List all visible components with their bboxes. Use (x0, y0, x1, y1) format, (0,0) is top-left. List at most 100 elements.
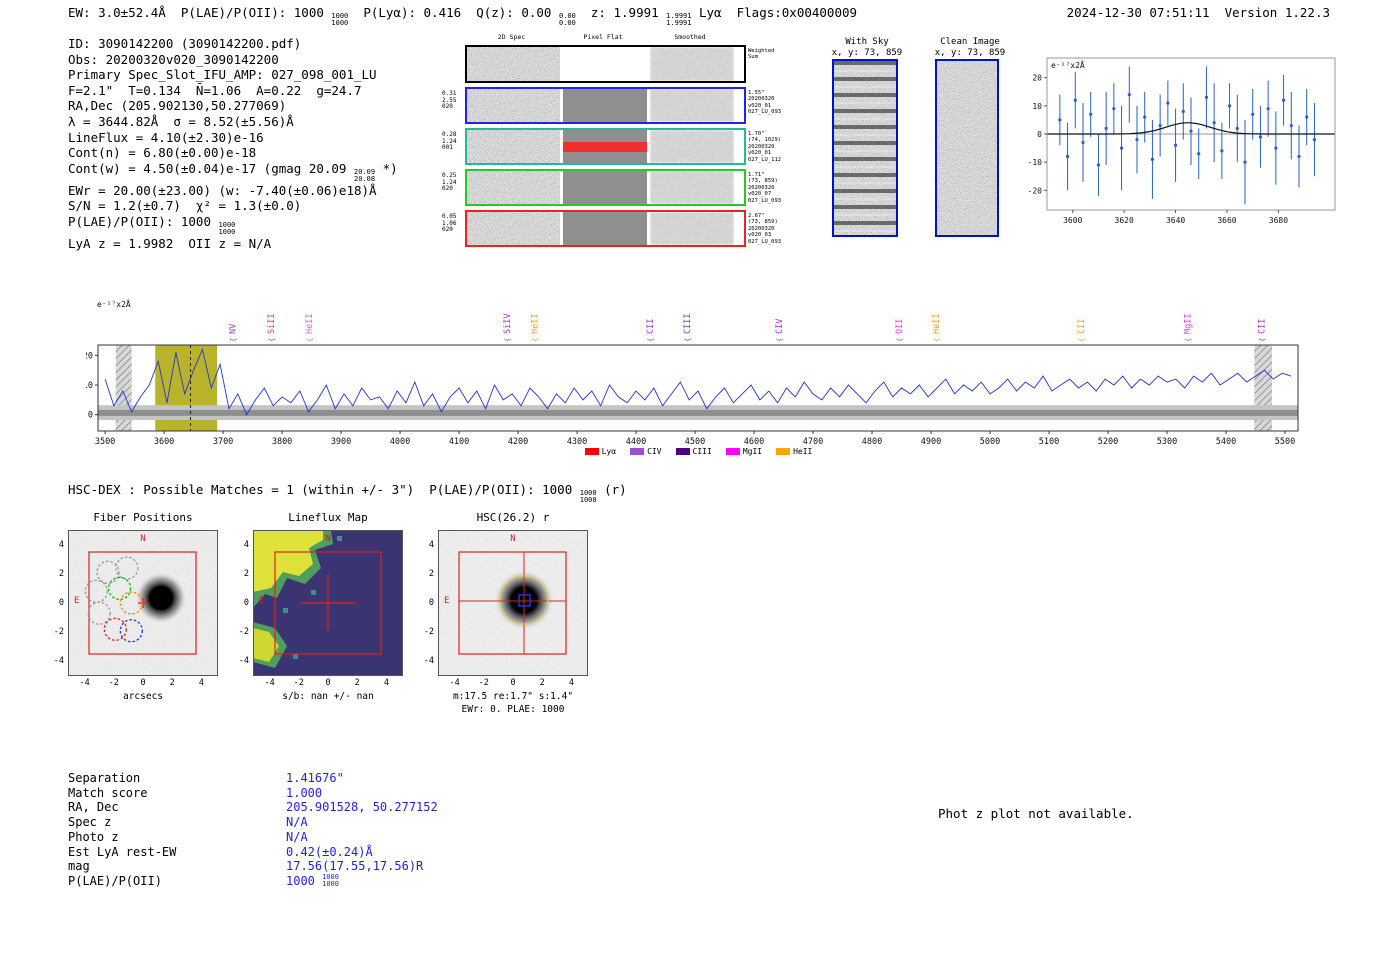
emission-line-brace: { (532, 338, 540, 342)
emission-line-label: SiII (267, 314, 277, 334)
svg-text:3900: 3900 (331, 437, 351, 447)
fraction-bottom: 1000 (322, 879, 339, 888)
twod-row-left-labels: 0.25 1.24 020 (442, 172, 465, 193)
smoothed-noise-image (650, 47, 734, 81)
twod-left-label: 020 (442, 185, 453, 192)
svg-text:4000: 4000 (390, 437, 410, 447)
emission-line-label: MgII (1184, 314, 1194, 334)
svg-text:-20: -20 (1028, 186, 1043, 195)
emission-line-brace: { (776, 338, 784, 342)
svg-text:4200: 4200 (508, 437, 528, 447)
lineflux-speckle (283, 608, 288, 613)
header-plae: P(LAE)/P(OII): 1000 (180, 5, 332, 20)
match-table-row: Photo z N/A (68, 830, 438, 845)
header-qz: Q(z): 0.00 (476, 5, 559, 20)
match-row-value: 1000 (286, 873, 323, 888)
svg-text:3700: 3700 (213, 437, 233, 447)
galaxy-blob (149, 586, 173, 610)
hsc-match-suffix: (r) (596, 482, 627, 497)
info-line: EWr = 20.00(±23.00) (w: -7.40(±0.06)e18)… (68, 183, 398, 199)
info-line: Cont(w) = 4.50(±0.04)e-17 (gmag 20.09 20… (68, 161, 398, 183)
emission-line-label: CII (646, 319, 656, 334)
emission-line-label: CIII (683, 314, 693, 334)
hsc-r-plot (438, 530, 588, 676)
smoothed-image (650, 47, 734, 81)
lineflux-map-cutout (253, 530, 403, 676)
twod-row-right-labels: 1.55" 20200320 v020_01 027_LU_093 (748, 90, 800, 116)
svg-text:3660: 3660 (1217, 216, 1236, 225)
smoothed-image (650, 89, 734, 122)
cutout-ytick-label: -2 (53, 627, 64, 638)
info-text: ID: 3090142200 (3090142200.pdf) (68, 36, 302, 51)
emission-line-brace: { (230, 338, 238, 342)
info-line: λ = 3644.82Å σ = 8.52(±5.56)Å (68, 114, 398, 130)
hsc-r-title: HSC(26.2) r (476, 511, 550, 524)
info-line: RA,Dec (205.902130,50.277069) (68, 98, 398, 114)
svg-text:4400: 4400 (626, 437, 646, 447)
fiber-positions-plot (68, 530, 218, 676)
cutout-ytick-label: -4 (53, 656, 64, 667)
svg-text:5000: 5000 (980, 437, 1000, 447)
x-ticks: 3500 3600 3700 3800 3900 4000 4100 4200 4300 4400… (95, 431, 1295, 447)
info-text: Obs: 20200320v020_3090142200 (68, 51, 279, 67)
info-line: F=2.1" T=0.134 N̄=1.06 A=0.22 g=24.7 (68, 83, 398, 99)
emission-line-brace: { (504, 338, 512, 342)
match-row-value: 1.000 (286, 785, 323, 800)
emission-line-brace: { (1078, 338, 1086, 342)
twod-row: Weighted Sum (465, 45, 775, 83)
svg-text:-10: -10 (1028, 158, 1043, 167)
hsc-match-text: HSC-DEX : Possible Matches = 1 (within +… (68, 482, 580, 497)
photz-note: Phot z plot not available. (938, 806, 1134, 821)
cutout-xtick-label: 0 (325, 678, 331, 688)
legend-label: Lyα (601, 447, 617, 456)
cutout-xtick-label: 4 (198, 678, 204, 688)
match-table: Separation 1.41676" Match score 1.000 RA, De… (68, 771, 438, 889)
cutout-xtick-label: -2 (293, 678, 304, 688)
match-table-row: mag 17.56(17.55,17.56)R (68, 859, 438, 874)
smoothed-image (650, 212, 734, 245)
cutout-xtick-label: -2 (108, 678, 119, 688)
twod-row-left-labels: 0.05 1.06 020 (442, 213, 465, 234)
pixel-flat-image (563, 212, 647, 245)
cutout-xtick-label: -4 (79, 678, 90, 688)
header-plae-fraction: 1000 1000 (331, 13, 348, 27)
match-row-label: Match score (68, 785, 148, 800)
twod-row-left-labels: 0.31 2.55 020 (442, 90, 465, 111)
cutout-xtick-label: 4 (383, 678, 389, 688)
twod-row: 0.28 1.24 001 1.70" (74, 1029) 20200320 v020_0… (442, 128, 781, 165)
lineflux-east-label: E (259, 596, 265, 606)
svg-text:20: 20 (1032, 74, 1042, 83)
info-line: S/N = 1.2(±0.7) χ² = 1.3(±0.0) (68, 198, 398, 214)
legend-swatch (630, 448, 645, 455)
cutout-ytick-label: -4 (238, 656, 249, 667)
hsc-xlabel-1: m:17.5 re:1.7" s:1.4" (452, 691, 574, 702)
y-ticks: 0 10 20 (86, 351, 98, 421)
twod-spec-image (467, 89, 560, 122)
twod-right-label: 027_LU_093 (748, 109, 782, 116)
cutout-ytick-label: 0 (58, 598, 64, 608)
spectrum-legend: Lyα CIV CIII MgII HeII (86, 447, 1311, 456)
twod-left-label: 001 (442, 144, 453, 151)
noise-image (467, 130, 560, 163)
x-ticks: 3600 3620 3640 3660 3680 (1063, 210, 1288, 225)
info-line: Primary Spec_Slot_IFU_AMP: 027_098_001_L… (68, 67, 398, 83)
svg-text:4100: 4100 (449, 437, 469, 447)
twod-column-headers: 2D Spec Pixel Flat Smoothed (465, 33, 795, 45)
emission-line-labels: NV {SiII {HeII {SiIV {HeII {CII {CIII {CIV {OII {… (229, 314, 1268, 342)
stacked-fraction: 1000 1000 (322, 873, 339, 889)
twod-header-smoothed: Smoothed (674, 33, 706, 41)
info-text: *) (375, 160, 398, 176)
elixer-report-page: EW: 3.0±52.4Å P(LAE)/P(OII): 1000 1000 10… (0, 0, 1400, 953)
match-row-value: 0.42(±0.24)Å (286, 844, 373, 859)
legend-swatch (584, 448, 599, 455)
legend-label: MgII (742, 447, 763, 456)
smoothed-noise-image (650, 130, 734, 163)
header-ew: EW: 3.0±52.4Å (68, 5, 181, 20)
header-qz-fraction: 0.00 0.00 (559, 13, 576, 27)
cutout-xtick-label: 0 (140, 678, 146, 688)
cutout-xtick-label: -4 (449, 678, 460, 688)
emission-line-brace: { (1185, 338, 1193, 342)
twod-spec-panel: 2D Spec Pixel Flat Smoothed Weighted Sum 0… (442, 33, 795, 251)
cutout-xtick-label: 2 (354, 678, 360, 688)
emission-line-brace: { (268, 338, 276, 342)
